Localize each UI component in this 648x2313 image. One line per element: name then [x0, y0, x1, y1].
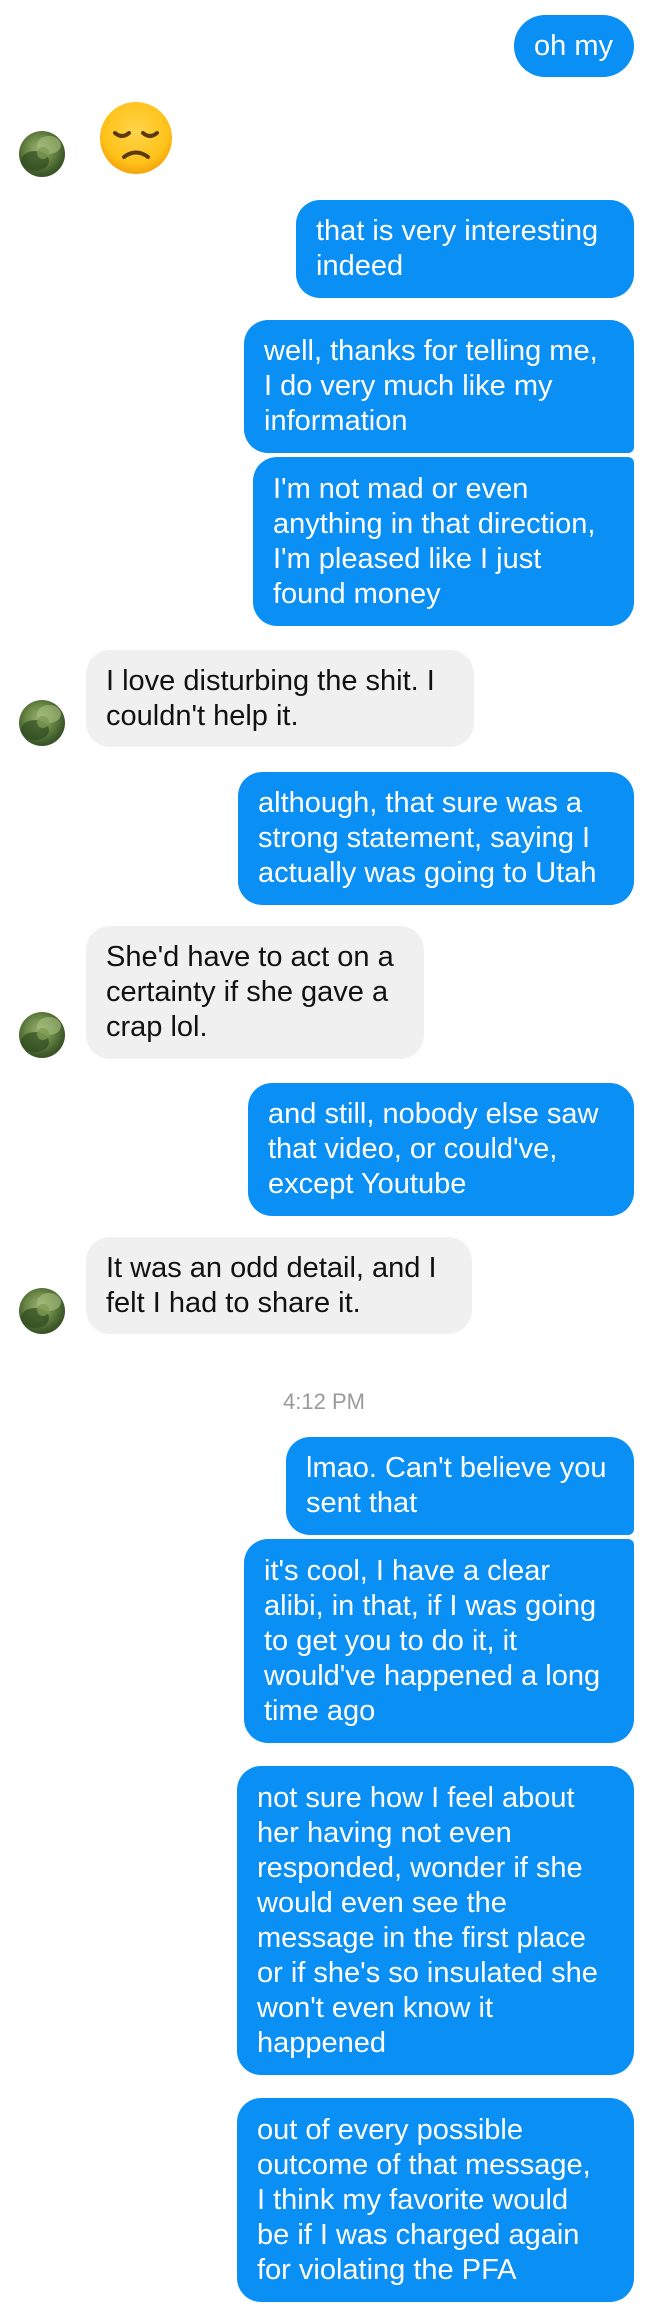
message-bubble-sent[interactable]: oh my [514, 15, 634, 77]
message-bubble-received[interactable]: She'd have to act on a certainty if she … [86, 926, 424, 1059]
contact-avatar[interactable] [19, 1288, 65, 1334]
message-bubble-sent[interactable]: I'm not mad or even anything in that dir… [253, 457, 634, 626]
disappointed-face-emoji[interactable] [98, 100, 174, 176]
message-bubble-sent[interactable]: and still, nobody else saw that video, o… [248, 1083, 634, 1216]
message-bubble-sent[interactable]: although, that sure was a strong stateme… [238, 772, 634, 905]
message-bubble-received[interactable]: I love disturbing the shit. I couldn't h… [86, 650, 474, 747]
contact-avatar[interactable] [19, 131, 65, 177]
message-bubble-sent[interactable]: lmao. Can't believe you sent that [286, 1437, 634, 1535]
contact-avatar[interactable] [19, 700, 65, 746]
contact-avatar[interactable] [19, 1012, 65, 1058]
message-bubble-sent[interactable]: out of every possible outcome of that me… [237, 2098, 634, 2302]
message-bubble-sent[interactable]: it's cool, I have a clear alibi, in that… [244, 1539, 634, 1743]
message-thread: oh my that is very interesting indeed we… [0, 0, 648, 2313]
message-timestamp: 4:12 PM [283, 1389, 365, 1414]
message-bubble-sent[interactable]: not sure how I feel about her having not… [237, 1766, 634, 2075]
message-bubble-received[interactable]: It was an odd detail, and I felt I had t… [86, 1237, 472, 1334]
message-bubble-sent[interactable]: well, thanks for telling me, I do very m… [244, 320, 634, 453]
message-bubble-sent[interactable]: that is very interesting indeed [296, 200, 634, 298]
